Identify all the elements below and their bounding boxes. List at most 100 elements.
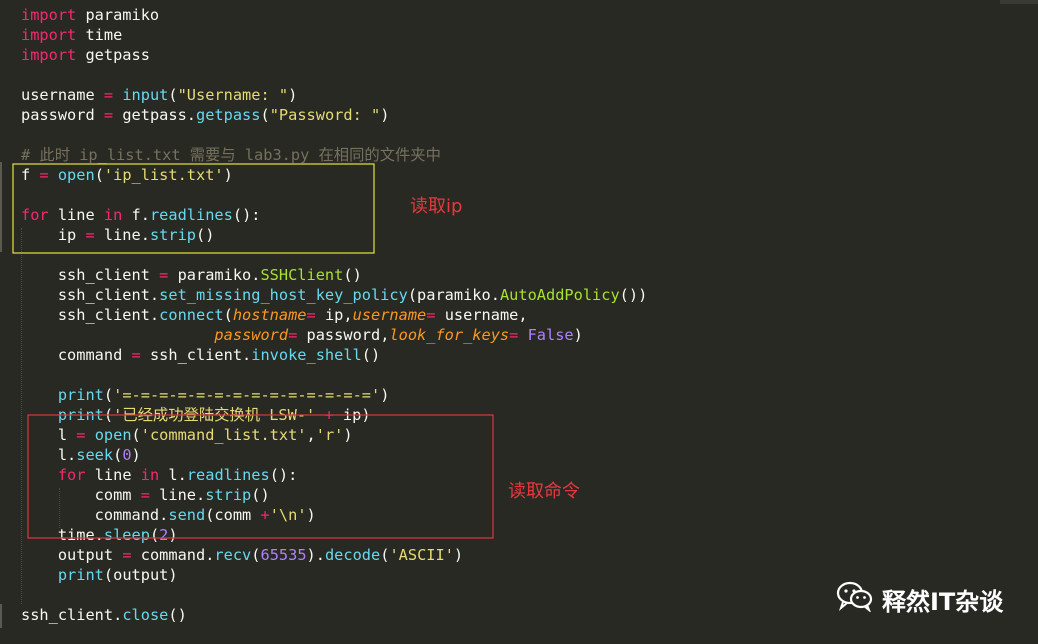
- code-token: =: [131, 346, 150, 364]
- code-line: l.seek(0): [21, 445, 141, 465]
- code-line: print(output): [21, 565, 178, 585]
- code-token: ): [453, 546, 464, 564]
- code-line: time.sleep(2): [21, 525, 178, 545]
- code-token: 2: [159, 526, 169, 544]
- code-token: =: [76, 426, 95, 444]
- code-line: password= password,look_for_keys= False): [21, 325, 582, 345]
- code-token: decode: [324, 546, 381, 564]
- code-token: (: [260, 106, 270, 124]
- code-line: f = open('ip_list.txt'): [21, 165, 233, 185]
- code-token: ): [380, 106, 390, 124]
- code-token: =: [140, 486, 160, 504]
- code-token: =: [306, 306, 325, 324]
- code-token: strip: [205, 486, 252, 504]
- code-token: =: [288, 326, 307, 344]
- code-token: +: [260, 506, 270, 524]
- code-token: (: [168, 86, 178, 104]
- code-token: invoke_shell: [251, 346, 362, 364]
- code-token: (): [196, 226, 215, 244]
- code-token: ()): [619, 286, 648, 304]
- code-line: output = command.recv(65535).decode('ASC…: [21, 545, 463, 565]
- code-line: ssh_client.close(): [21, 605, 187, 625]
- code-token: =: [509, 326, 528, 344]
- code-token: ssh_client.: [21, 306, 160, 324]
- code-token: ():: [232, 206, 261, 224]
- code-token: (: [149, 526, 160, 544]
- code-token: ): [223, 166, 233, 184]
- code-token: "Password: ": [269, 106, 381, 124]
- code-token: =: [103, 86, 123, 104]
- code-editor[interactable]: import paramiko import time import getpass…: [0, 0, 1038, 644]
- code-token: (: [131, 426, 141, 444]
- code-line: ip = line.strip(): [21, 225, 215, 245]
- watermark-text: 释然IT杂谈: [882, 587, 1004, 616]
- code-token: =: [426, 306, 445, 324]
- code-token: (: [103, 406, 114, 424]
- code-token: False: [527, 326, 574, 344]
- code-token: in: [140, 466, 169, 484]
- code-token: print: [57, 386, 104, 404]
- code-token: 'r': [315, 426, 344, 444]
- code-token: ): [306, 506, 316, 524]
- code-token: (output): [103, 566, 178, 584]
- code-token: ():: [269, 466, 298, 484]
- code-token: ): [131, 446, 141, 464]
- code-token: ): [168, 526, 178, 544]
- code-token: ).: [306, 546, 325, 564]
- code-line: ssh_client = paramiko.SSHClient(): [21, 265, 362, 285]
- code-token: connect: [159, 306, 224, 324]
- code-token: AutoAddPolicy: [499, 286, 620, 304]
- code-token: send: [168, 506, 206, 524]
- code-token: ): [380, 386, 390, 404]
- code-token: command.: [21, 506, 169, 524]
- code-token: (): [343, 266, 362, 284]
- code-token: strip: [149, 226, 197, 244]
- code-token: ): [288, 86, 298, 104]
- code-line: import time: [21, 25, 122, 45]
- code-token: (: [94, 166, 104, 184]
- code-token: (: [223, 306, 233, 324]
- code-token: ): [343, 426, 353, 444]
- code-token: ip): [333, 406, 371, 424]
- code-token: 'ip_list.txt': [103, 166, 224, 184]
- code-token: ssh_client.: [21, 286, 160, 304]
- code-line: import getpass: [21, 45, 150, 65]
- code-token: username: [352, 306, 427, 324]
- wechat-icon: [836, 580, 874, 618]
- code-token: command: [21, 346, 132, 364]
- code-line: l = open('command_list.txt','r'): [21, 425, 353, 445]
- code-token: paramiko.: [177, 266, 261, 284]
- code-line: password = getpass.getpass("Password: "): [21, 105, 389, 125]
- code-token: '\n': [269, 506, 307, 524]
- code-token: hostname: [232, 306, 307, 324]
- code-token: command.: [140, 546, 215, 564]
- code-line: print('=-=-=-=-=-=-=-=-=-=-=-=-=-='): [21, 385, 390, 405]
- code-token: for: [21, 206, 58, 224]
- code-token: username,: [444, 306, 528, 324]
- code-token: for: [57, 466, 95, 484]
- code-token: open: [94, 426, 132, 444]
- code-token: "Username: ": [177, 86, 289, 104]
- code-token: sleep: [103, 526, 150, 544]
- code-token: (): [361, 346, 381, 364]
- code-token: =: [39, 166, 58, 184]
- code-token: =: [85, 226, 104, 244]
- code-token: line.: [103, 226, 150, 244]
- code-token: import: [21, 26, 86, 44]
- code-line: for line in f.readlines():: [21, 205, 261, 225]
- code-token: +: [315, 406, 334, 424]
- code-token: (: [103, 386, 114, 404]
- code-token: getpass: [85, 46, 150, 64]
- code-token: =: [103, 106, 123, 124]
- gutter-marker: [0, 604, 2, 628]
- code-token: (): [251, 486, 270, 504]
- code-token: (: [113, 446, 123, 464]
- code-token: ip,: [324, 306, 353, 324]
- code-line: command = ssh_client.invoke_shell(): [21, 345, 380, 365]
- code-token: ssh_client.: [21, 606, 123, 624]
- code-token: ssh_client: [21, 266, 160, 284]
- code-token: ip: [21, 226, 86, 244]
- code-token: f: [21, 166, 40, 184]
- code-token: readlines: [149, 206, 233, 224]
